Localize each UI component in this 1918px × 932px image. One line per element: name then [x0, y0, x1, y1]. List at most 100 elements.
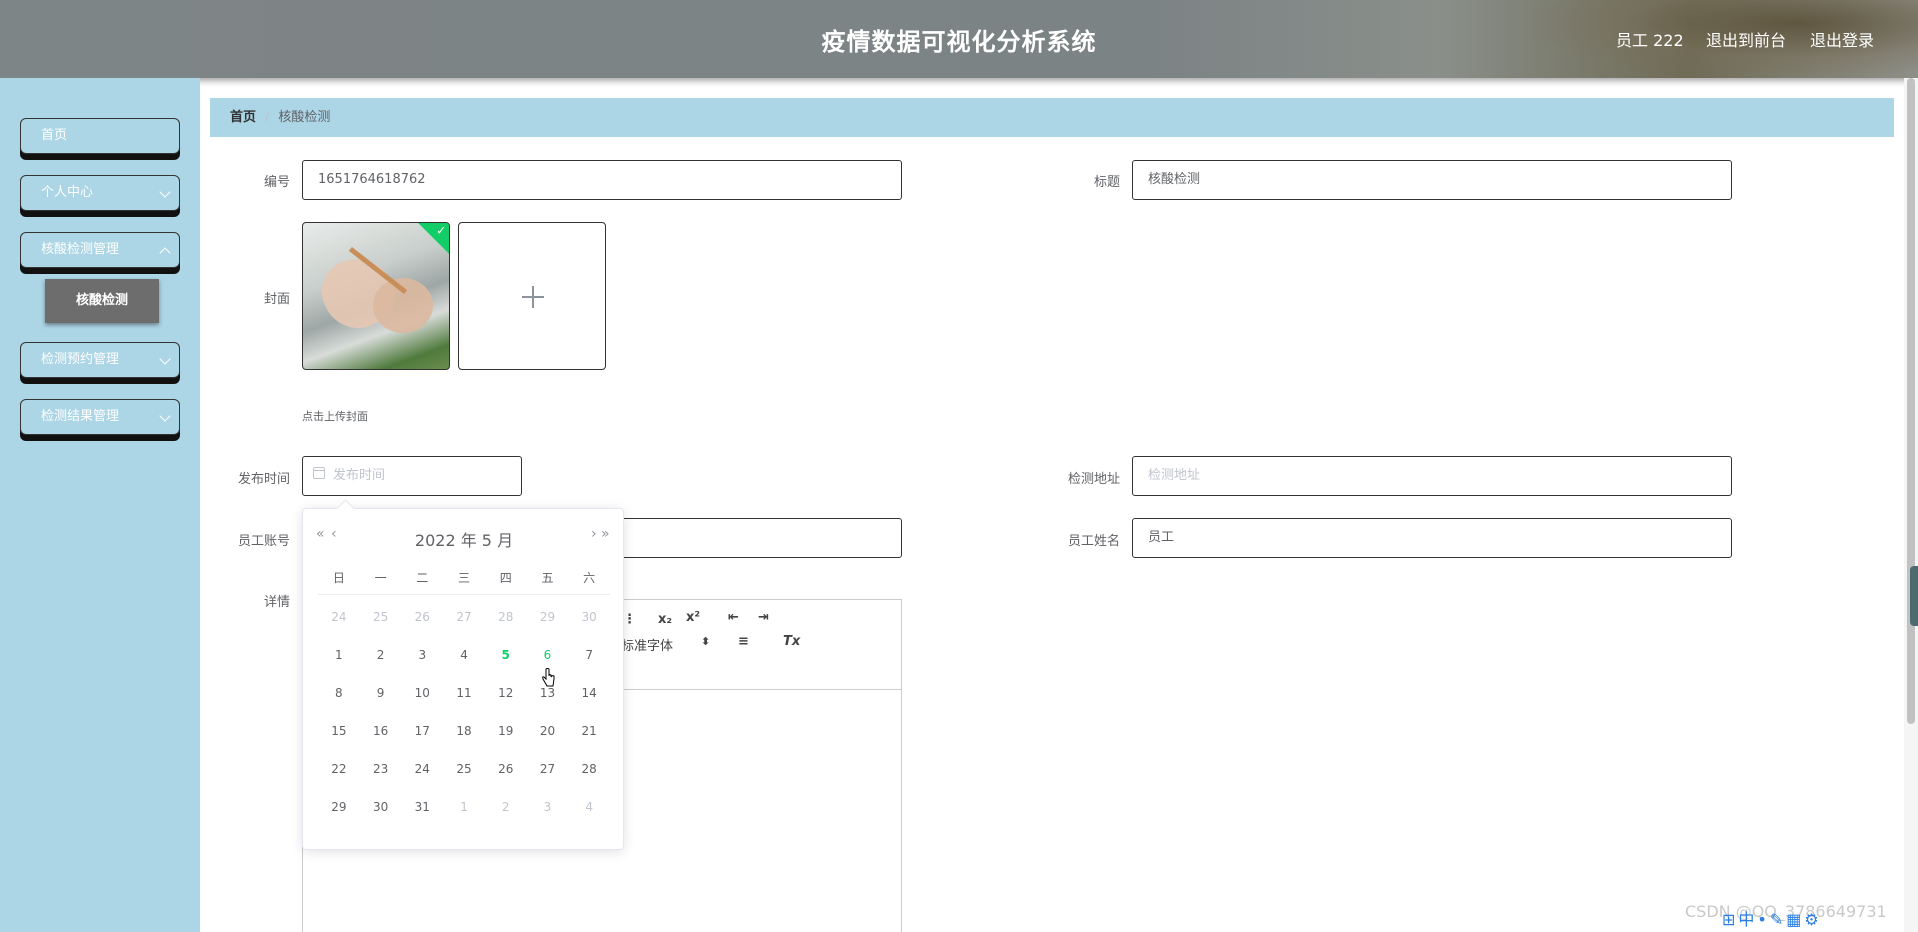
ime-pen-icon[interactable]: ✎ — [1770, 910, 1786, 929]
ime-toolbar[interactable]: ⊞中•✎▦⚙ — [1722, 906, 1822, 930]
date-cell[interactable]: 8 — [318, 678, 360, 716]
date-cell[interactable]: 7 — [568, 640, 610, 678]
date-cell[interactable]: 30 — [360, 792, 402, 830]
list-icon[interactable]: ⋮ — [623, 612, 636, 627]
date-cell[interactable]: 26 — [485, 754, 527, 792]
breadcrumb-current: 核酸检测 — [278, 110, 331, 125]
submenu-item-nucleic-test[interactable]: 核酸检测 — [45, 279, 159, 323]
date-cell[interactable]: 28 — [568, 754, 610, 792]
indent-icon[interactable]: ⇥ — [758, 610, 769, 625]
upload-cover-button[interactable] — [458, 222, 606, 370]
number-input[interactable]: 1651764618762 — [302, 160, 902, 200]
sidebar: 首页 个人中心 核酸检测管理 核酸检测 检测预约管理 检测结果管理 — [0, 78, 200, 932]
date-cell-other-month[interactable]: 3 — [527, 792, 569, 830]
ime-settings-icon[interactable]: ⚙ — [1804, 910, 1821, 929]
date-cell-other-month[interactable]: 2 — [485, 792, 527, 830]
cover-image-thumbnail[interactable]: ✓ — [302, 222, 450, 370]
ime-mode-icon[interactable]: 中 — [1738, 910, 1757, 929]
sidebar-item-result-management[interactable]: 检测结果管理 — [20, 399, 180, 435]
date-cell[interactable]: 18 — [443, 716, 485, 754]
date-cell[interactable]: 14 — [568, 678, 610, 716]
date-cell-other-month[interactable]: 24 — [318, 602, 360, 640]
date-row: 24 25 26 27 28 29 30 — [318, 602, 610, 640]
name-input[interactable]: 员工 — [1132, 518, 1732, 558]
subscript-icon[interactable]: x₂ — [658, 612, 672, 627]
date-cell[interactable]: 25 — [443, 754, 485, 792]
chevron-up-icon — [159, 247, 171, 259]
sidebar-item-label: 个人中心 — [41, 185, 94, 200]
address-input[interactable]: 检测地址 — [1132, 456, 1732, 496]
date-grid: 24 25 26 27 28 29 30 1 2 3 4 5 6 7 8 9 10 11 12 13 14 15 16 17 1… — [318, 602, 610, 830]
date-cell[interactable]: 22 — [318, 754, 360, 792]
exit-to-front-link[interactable]: 退出到前台 — [1706, 27, 1786, 51]
date-cell[interactable]: 4 — [443, 640, 485, 678]
date-row: 29 30 31 1 2 3 4 — [318, 792, 610, 830]
date-cell-other-month[interactable]: 25 — [360, 602, 402, 640]
date-cell[interactable]: 9 — [360, 678, 402, 716]
sidebar-item-appointment-management[interactable]: 检测预约管理 — [20, 342, 180, 378]
ime-logo-icon[interactable]: ⊞ — [1722, 910, 1738, 929]
date-cell[interactable]: 16 — [360, 716, 402, 754]
weekday-label: 五 — [541, 571, 554, 585]
date-cell[interactable]: 2 — [360, 640, 402, 678]
publish-time-label: 发布时间 — [237, 472, 290, 487]
cover-label: 封面 — [263, 292, 290, 307]
sidebar-item-label: 核酸检测管理 — [41, 242, 120, 257]
date-cell[interactable]: 5 — [485, 640, 527, 678]
weekday-label: 四 — [499, 571, 512, 585]
publish-time-input[interactable]: 发布时间 — [302, 456, 522, 496]
outdent-icon[interactable]: ⇤ — [728, 610, 739, 625]
next-year-icon[interactable]: » — [601, 526, 610, 542]
title-input[interactable]: 核酸检测 — [1132, 160, 1732, 200]
date-cell-other-month[interactable]: 1 — [443, 792, 485, 830]
breadcrumb-home[interactable]: 首页 — [230, 110, 256, 125]
side-floating-tab[interactable] — [1910, 566, 1918, 626]
chevron-down-icon — [159, 186, 171, 198]
title-label: 标题 — [1093, 175, 1120, 190]
breadcrumb-separator: / — [265, 110, 270, 125]
plus-icon — [532, 286, 534, 308]
date-cell-other-month[interactable]: 28 — [485, 602, 527, 640]
date-row: 1234567 — [318, 640, 610, 678]
font-select[interactable]: 标准字体 — [621, 635, 673, 654]
sidebar-item-label: 检测预约管理 — [41, 352, 120, 367]
date-cell[interactable]: 29 — [318, 792, 360, 830]
date-cell[interactable]: 11 — [443, 678, 485, 716]
ime-keyboard-icon[interactable]: ▦ — [1786, 910, 1804, 929]
date-cell-other-month[interactable]: 29 — [527, 602, 569, 640]
weekday-label: 六 — [583, 571, 596, 585]
align-icon[interactable]: ≡ — [738, 634, 749, 649]
page-scrollbar-thumb[interactable] — [1907, 78, 1915, 724]
clear-format-icon[interactable]: Tx — [783, 634, 800, 649]
date-cell[interactable]: 19 — [485, 716, 527, 754]
sidebar-item-personal-center[interactable]: 个人中心 — [20, 175, 180, 211]
date-cell[interactable]: 23 — [360, 754, 402, 792]
date-cell[interactable]: 27 — [527, 754, 569, 792]
detail-label: 详情 — [263, 595, 290, 610]
date-cell[interactable]: 31 — [401, 792, 443, 830]
date-cell-other-month[interactable]: 30 — [568, 602, 610, 640]
date-cell[interactable]: 15 — [318, 716, 360, 754]
logout-link[interactable]: 退出登录 — [1810, 27, 1874, 51]
date-cell[interactable]: 17 — [401, 716, 443, 754]
ime-punct-icon[interactable]: • — [1757, 910, 1769, 929]
date-cell[interactable]: 3 — [401, 640, 443, 678]
sidebar-item-nucleic-test-management[interactable]: 核酸检测管理 — [20, 232, 180, 268]
account-label: 员工账号 — [237, 534, 290, 549]
date-cell-other-month[interactable]: 27 — [443, 602, 485, 640]
date-cell[interactable]: 24 — [401, 754, 443, 792]
next-month-icon[interactable]: › — [591, 526, 597, 542]
date-row: 15 16 17 18 19 20 21 — [318, 716, 610, 754]
date-row: 22 23 24 25 26 27 28 — [318, 754, 610, 792]
date-cell-other-month[interactable]: 26 — [401, 602, 443, 640]
sidebar-item-home[interactable]: 首页 — [20, 118, 180, 154]
date-cell-other-month[interactable]: 4 — [568, 792, 610, 830]
superscript-icon[interactable]: x² — [686, 610, 700, 625]
address-label: 检测地址 — [1067, 472, 1120, 487]
date-cell[interactable]: 20 — [527, 716, 569, 754]
date-cell[interactable]: 21 — [568, 716, 610, 754]
date-cell[interactable]: 10 — [401, 678, 443, 716]
date-cell[interactable]: 1 — [318, 640, 360, 678]
weekday-label: 三 — [458, 571, 471, 585]
date-cell[interactable]: 12 — [485, 678, 527, 716]
